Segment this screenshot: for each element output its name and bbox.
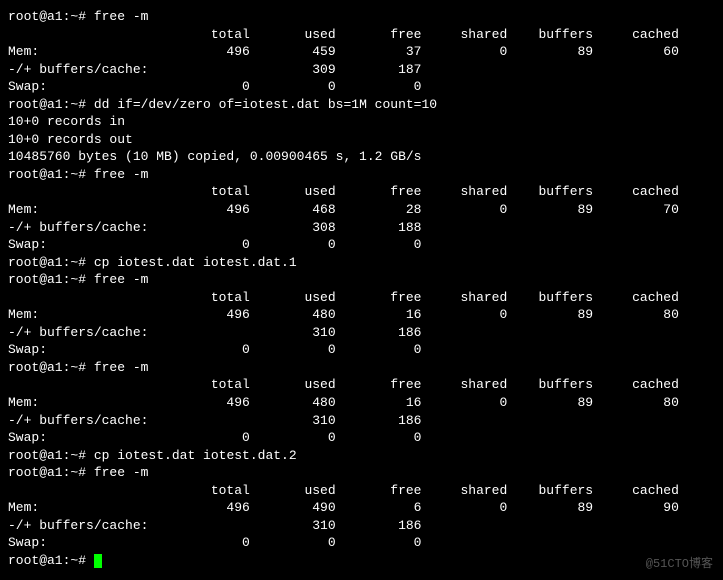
free-mem-row: Mem: 496 490 6 0 89 90 [8,499,715,517]
free-header: total used free shared buffers cached [8,482,715,500]
command-line: root@a1:~# free -m [8,464,715,482]
command-text: free -m [94,167,149,182]
command-text: cp iotest.dat iotest.dat.2 [94,448,297,463]
output-line: 10+0 records out [8,131,715,149]
free-mem-row: Mem: 496 459 37 0 89 60 [8,43,715,61]
prompt: root@a1:~# [8,360,86,375]
free-swap-row: Swap: 0 0 0 [8,236,715,254]
free-swap-row: Swap: 0 0 0 [8,429,715,447]
command-text: free -m [94,9,149,24]
output-line: 10+0 records in [8,113,715,131]
prompt: root@a1:~# [8,9,86,24]
free-bufferscache-row: -/+ buffers/cache: 310 186 [8,412,715,430]
free-swap-row: Swap: 0 0 0 [8,78,715,96]
prompt: root@a1:~# [8,97,86,112]
command-line: root@a1:~# cp iotest.dat iotest.dat.1 [8,254,715,272]
free-swap-row: Swap: 0 0 0 [8,534,715,552]
command-line: root@a1:~# dd if=/dev/zero of=iotest.dat… [8,96,715,114]
command-text: free -m [94,272,149,287]
free-mem-row: Mem: 496 468 28 0 89 70 [8,201,715,219]
command-text: free -m [94,465,149,480]
prompt: root@a1:~# [8,465,86,480]
command-text: dd if=/dev/zero of=iotest.dat bs=1M coun… [94,97,437,112]
free-bufferscache-row: -/+ buffers/cache: 309 187 [8,61,715,79]
prompt: root@a1:~# [8,448,86,463]
terminal-output[interactable]: root@a1:~# free -m total used free share… [8,8,715,570]
free-header: total used free shared buffers cached [8,183,715,201]
free-mem-row: Mem: 496 480 16 0 89 80 [8,394,715,412]
prompt-line[interactable]: root@a1:~# [8,552,715,570]
command-line: root@a1:~# free -m [8,359,715,377]
prompt: root@a1:~# [8,553,86,568]
command-line: root@a1:~# cp iotest.dat iotest.dat.2 [8,447,715,465]
command-line: root@a1:~# free -m [8,166,715,184]
free-bufferscache-row: -/+ buffers/cache: 308 188 [8,219,715,237]
output-line: 10485760 bytes (10 MB) copied, 0.0090046… [8,148,715,166]
prompt: root@a1:~# [8,167,86,182]
free-bufferscache-row: -/+ buffers/cache: 310 186 [8,517,715,535]
cursor [94,554,102,568]
free-bufferscache-row: -/+ buffers/cache: 310 186 [8,324,715,342]
free-swap-row: Swap: 0 0 0 [8,341,715,359]
prompt: root@a1:~# [8,272,86,287]
watermark: @51CTO博客 [646,556,713,572]
command-line: root@a1:~# free -m [8,8,715,26]
free-header: total used free shared buffers cached [8,26,715,44]
free-mem-row: Mem: 496 480 16 0 89 80 [8,306,715,324]
command-text: cp iotest.dat iotest.dat.1 [94,255,297,270]
command-text: free -m [94,360,149,375]
free-header: total used free shared buffers cached [8,376,715,394]
command-line: root@a1:~# free -m [8,271,715,289]
free-header: total used free shared buffers cached [8,289,715,307]
prompt: root@a1:~# [8,255,86,270]
